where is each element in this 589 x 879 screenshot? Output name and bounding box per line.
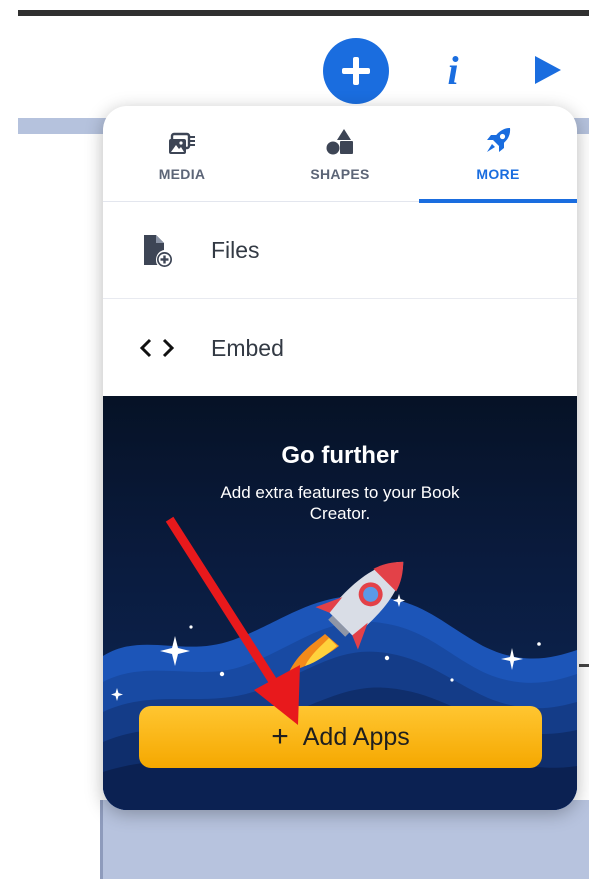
info-icon: i [447,47,459,93]
tab-media-label: MEDIA [158,166,206,182]
page-canvas-bottom [103,800,589,879]
plus-icon [342,57,370,85]
tab-media[interactable]: MEDIA [103,106,261,202]
add-apps-button[interactable]: + Add Apps [139,706,542,768]
add-apps-label: Add Apps [302,722,410,751]
media-icon [169,132,195,154]
top-bar [18,10,589,16]
tab-more-label: MORE [476,166,520,182]
plus-icon: + [271,720,289,753]
promo-title: Go further [281,442,399,469]
menu-item-embed[interactable]: Embed [103,300,577,396]
panel-tabs: MEDIA SHAPES MORE [103,106,577,203]
info-button[interactable]: i [433,44,473,96]
rocket-icon [487,128,511,152]
add-content-button[interactable] [323,38,389,104]
tab-more[interactable]: MORE [419,106,577,202]
tab-shapes[interactable]: SHAPES [261,106,419,202]
code-icon [139,338,175,358]
menu-item-files-label: Files [211,237,260,263]
tab-shapes-label: SHAPES [310,166,370,182]
page-divider [579,664,589,667]
promo-description: Add extra features to your Book Creator. [220,483,460,523]
shapes-icon [326,129,353,155]
menu-item-files[interactable]: Files [103,203,577,299]
go-further-promo: Go further Add extra features to your Bo… [103,396,577,810]
add-content-panel: MEDIA SHAPES MORE Files Embed Go further… [103,106,577,810]
play-icon [535,56,561,84]
menu-item-embed-label: Embed [211,334,284,361]
file-add-icon [144,234,172,267]
play-button[interactable] [527,50,567,90]
